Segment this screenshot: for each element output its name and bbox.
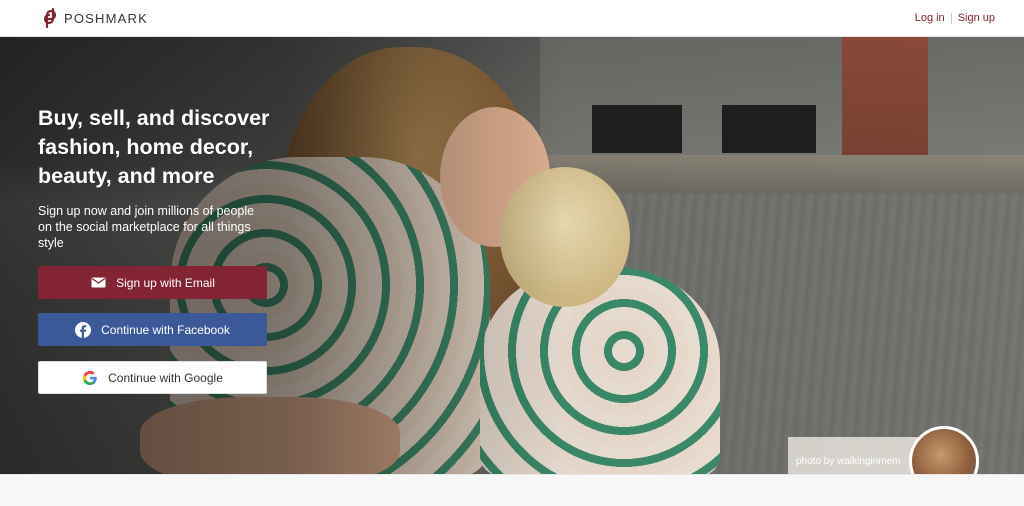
hero-dark-overlay [0, 37, 1024, 474]
signup-email-label: Sign up with Email [116, 275, 215, 290]
continue-google-label: Continue with Google [108, 370, 223, 385]
hero-section [0, 37, 1024, 474]
facebook-icon [75, 321, 92, 338]
continue-google-button[interactable]: Continue with Google [38, 361, 267, 394]
brand-name: POSHMARK [64, 10, 149, 26]
login-link[interactable]: Log in [915, 12, 945, 24]
signup-link[interactable]: Sign up [958, 12, 995, 24]
hero-headline: Buy, sell, and discover fashion, home de… [38, 106, 270, 188]
auth-links: Log in Sign up [915, 12, 995, 24]
hero-text: Buy, sell, and discover fashion, home de… [38, 104, 278, 251]
top-navigation-bar: POSHMARK Log in Sign up [0, 0, 1024, 37]
hero-subheadline: Sign up now and join millions of people … [38, 204, 255, 250]
signup-email-button[interactable]: Sign up with Email [38, 266, 267, 299]
envelope-icon [90, 275, 106, 291]
photo-credit: photo by walkinginmem [796, 456, 901, 467]
poshmark-logo[interactable]: POSHMARK [42, 8, 148, 28]
poshmark-logo-icon [43, 8, 57, 28]
below-fold-section [0, 474, 1024, 506]
google-icon [82, 370, 98, 386]
divider [950, 12, 952, 24]
continue-facebook-label: Continue with Facebook [101, 322, 230, 337]
continue-facebook-button[interactable]: Continue with Facebook [38, 313, 267, 346]
